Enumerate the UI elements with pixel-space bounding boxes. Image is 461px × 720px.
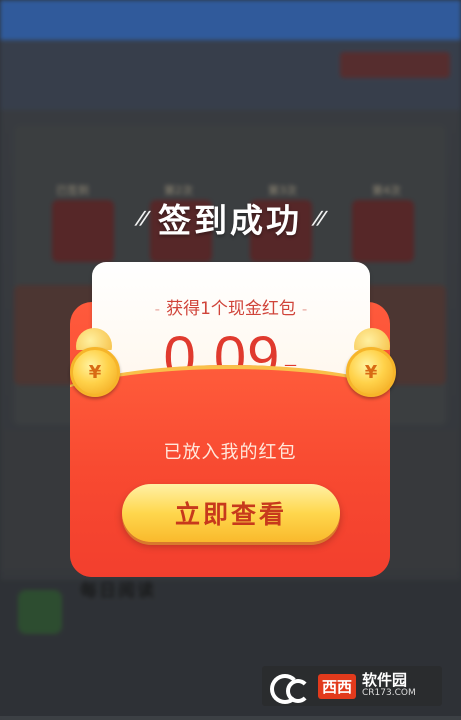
watermark-text: 软件园 CR173.COM [362,673,416,698]
put-in-wallet-text: 已放入我的红包 [163,442,297,463]
yuan-coin-icon: ¥ [70,347,120,397]
dash-left: - [154,300,161,318]
yuan-coin-icon: ¥ [346,347,396,397]
title-decoration-right: // [310,207,327,229]
watermark-brand: 西西 [318,673,357,699]
dialog-title: 签到成功 [158,201,302,240]
dash-right: - [301,300,308,318]
watermark-name: 软件园 [362,671,408,690]
reward-label-row: - 获得1个现金红包 - [92,294,370,319]
reward-label: 获得1个现金红包 [166,299,296,319]
view-now-button[interactable]: 立即查看 [122,484,340,542]
title-decoration-left: // [133,207,150,229]
watermark-logo-icon [268,671,312,704]
dialog-title-row: // 签到成功 // [110,196,350,240]
watermark: 西西 软件园 CR173.COM [262,666,442,706]
watermark-url: CR173.COM [362,688,416,699]
